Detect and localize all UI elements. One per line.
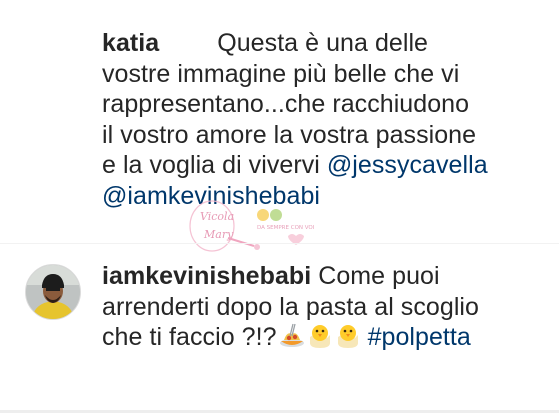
comment-username[interactable]: iamkevinishebabi (102, 262, 311, 290)
hatching-chick-icon (337, 325, 358, 348)
comment-username[interactable]: katia (102, 29, 159, 57)
comment-body: katia Questa è una delle vostre immagine … (102, 28, 488, 211)
comment-text: che ti faccio ?!? (102, 323, 277, 351)
comment-text: Questa è una delle (217, 29, 429, 57)
comment-line-4: il vostro amore la vostra passione (102, 120, 477, 149)
comment-line-2: vostre immagine più belle che vi (102, 59, 460, 88)
hashtag-link[interactable]: #polpetta (368, 323, 471, 351)
watermark-text-bottom: Mary (203, 228, 234, 241)
comment-line-3: che ti faccio ?!? #polpetta (102, 322, 479, 353)
avatar[interactable] (25, 264, 81, 320)
comment-text: e la voglia di vivervi (102, 151, 327, 179)
watermark-tagline: DA SEMPRE CON VOI (257, 225, 315, 231)
comment-line-5: e la voglia di vivervi @jessycavella (102, 150, 488, 181)
comment-line-6: @iamkevinishebabi (102, 181, 488, 212)
comment-line-3: rappresentano...che racchiudono (102, 90, 470, 118)
emoji-group (279, 323, 361, 349)
comment-body: iamkevinishebabi Come puoi arrenderti do… (102, 261, 479, 353)
comment-text: Come puoi (318, 262, 440, 290)
comment-line-1: iamkevinishebabi Come puoi (102, 261, 479, 292)
watermark-text-top: Vicola (200, 210, 234, 223)
spaghetti-icon (279, 323, 304, 347)
comment-katia: katia Questa è una delle vostre immagine … (0, 0, 559, 252)
comment-line-1: katia Questa è una delle (102, 28, 488, 59)
mention-link[interactable]: @jessycavella (327, 151, 488, 179)
hatching-chick-icon (309, 325, 330, 348)
mention-link[interactable]: @iamkevinishebabi (102, 182, 320, 210)
comment-iamkevinishebabi: iamkevinishebabi Come puoi arrenderti do… (0, 244, 559, 413)
comment-line-2: arrenderti dopo la pasta al scoglio (102, 292, 479, 321)
